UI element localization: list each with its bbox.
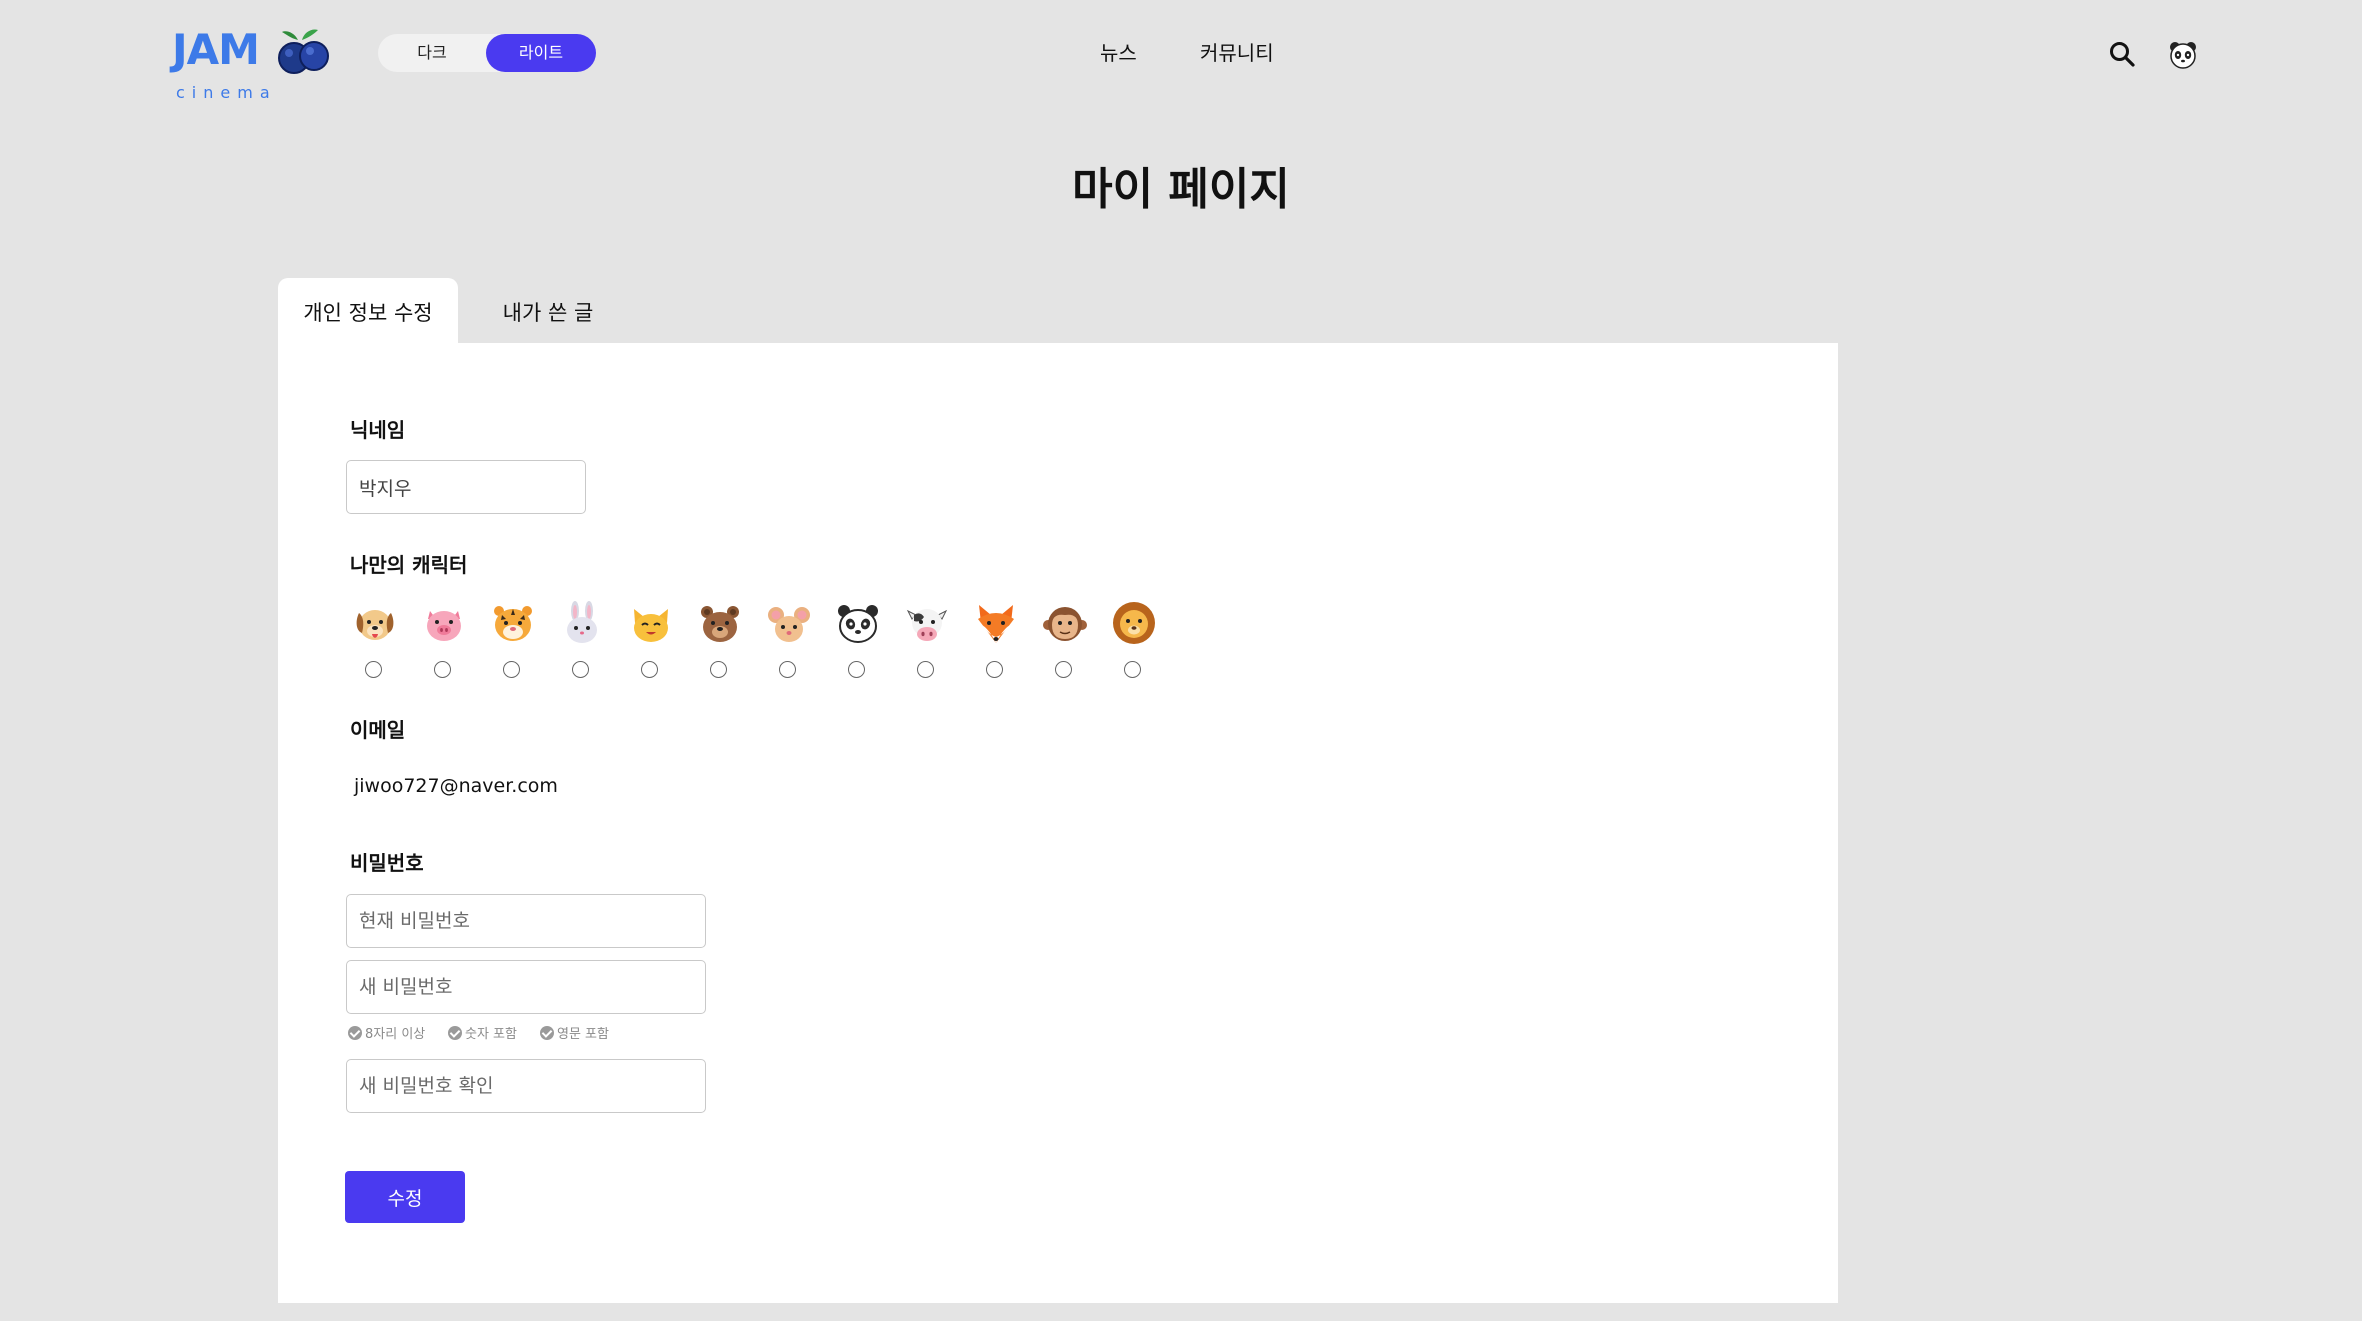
character-radio[interactable] — [917, 661, 934, 678]
logo-subtitle: cinema — [176, 83, 277, 102]
avatar-panda-icon[interactable] — [2168, 40, 2198, 70]
character-option-mouse[interactable] — [764, 601, 814, 691]
panda-icon — [838, 605, 878, 643]
character-radio[interactable] — [710, 661, 727, 678]
theme-light-button[interactable]: 라이트 — [486, 34, 596, 72]
character-option-dog[interactable] — [350, 601, 400, 691]
password-rule-number: 숫자 포함 — [448, 1025, 517, 1045]
theme-toggle: 다크 라이트 — [378, 34, 596, 72]
password-rule-length: 8자리 이상 — [348, 1025, 425, 1045]
monkey-icon — [1043, 607, 1087, 641]
character-option-cat[interactable] — [626, 601, 676, 691]
nickname-label: 닉네임 — [350, 418, 406, 442]
character-radio[interactable] — [1055, 661, 1072, 678]
character-radio[interactable] — [434, 661, 451, 678]
dog-icon — [356, 610, 394, 640]
character-option-tiger[interactable] — [488, 601, 538, 691]
logo-text: JAM — [172, 25, 260, 74]
blueberry-icon — [278, 29, 329, 74]
nickname-input[interactable] — [346, 460, 586, 514]
character-radio[interactable] — [572, 661, 589, 678]
tab-my-posts[interactable]: 내가 쓴 글 — [478, 278, 618, 344]
check-circle-icon — [448, 1026, 462, 1040]
bear-icon — [701, 606, 739, 642]
character-option-rabbit[interactable] — [557, 601, 607, 691]
nav-news[interactable]: 뉴스 — [1100, 38, 1137, 68]
check-circle-icon — [348, 1026, 362, 1040]
character-option-fox[interactable] — [971, 601, 1021, 691]
character-option-monkey[interactable] — [1040, 601, 1090, 691]
check-circle-icon — [540, 1026, 554, 1040]
new-password-input[interactable] — [346, 960, 706, 1014]
character-option-panda[interactable] — [833, 601, 883, 691]
character-picker — [350, 601, 1210, 691]
nav-community[interactable]: 커뮤니티 — [1200, 38, 1274, 68]
search-icon[interactable] — [2108, 40, 2136, 68]
password-label: 비밀번호 — [350, 851, 424, 875]
fox-icon — [978, 605, 1014, 643]
logo[interactable]: JAM cinema — [172, 24, 332, 102]
rabbit-icon — [567, 601, 597, 643]
lion-icon — [1113, 602, 1155, 644]
character-option-pig[interactable] — [419, 601, 469, 691]
current-password-input[interactable] — [346, 894, 706, 948]
character-label: 나만의 캐릭터 — [350, 553, 468, 577]
email-value: jiwoo727@naver.com — [354, 775, 558, 797]
theme-dark-button[interactable]: 다크 — [378, 34, 486, 72]
tab-edit-profile[interactable]: 개인 정보 수정 — [278, 278, 458, 344]
tiger-icon — [494, 606, 532, 641]
password-rule-letter: 영문 포함 — [540, 1025, 609, 1045]
pig-icon — [427, 611, 461, 641]
character-radio[interactable] — [986, 661, 1003, 678]
mouse-icon — [768, 607, 810, 642]
character-option-bear[interactable] — [695, 601, 745, 691]
page-title: 마이 페이지 — [1072, 164, 1290, 215]
character-radio[interactable] — [641, 661, 658, 678]
character-radio[interactable] — [779, 661, 796, 678]
character-radio[interactable] — [848, 661, 865, 678]
header: JAM cinema 다크 라이트 뉴스 커뮤니티 — [0, 0, 2362, 110]
submit-button[interactable]: 수정 — [345, 1171, 465, 1223]
profile-form-card: 닉네임 나만의 캐릭터 — [278, 343, 1838, 1303]
confirm-password-input[interactable] — [346, 1059, 706, 1113]
cat-icon — [634, 609, 668, 642]
character-option-lion[interactable] — [1109, 601, 1159, 691]
email-label: 이메일 — [350, 718, 406, 742]
character-option-cow[interactable] — [902, 601, 952, 691]
character-radio[interactable] — [1124, 661, 1141, 678]
cow-icon — [906, 609, 948, 641]
character-radio[interactable] — [503, 661, 520, 678]
character-radio[interactable] — [365, 661, 382, 678]
